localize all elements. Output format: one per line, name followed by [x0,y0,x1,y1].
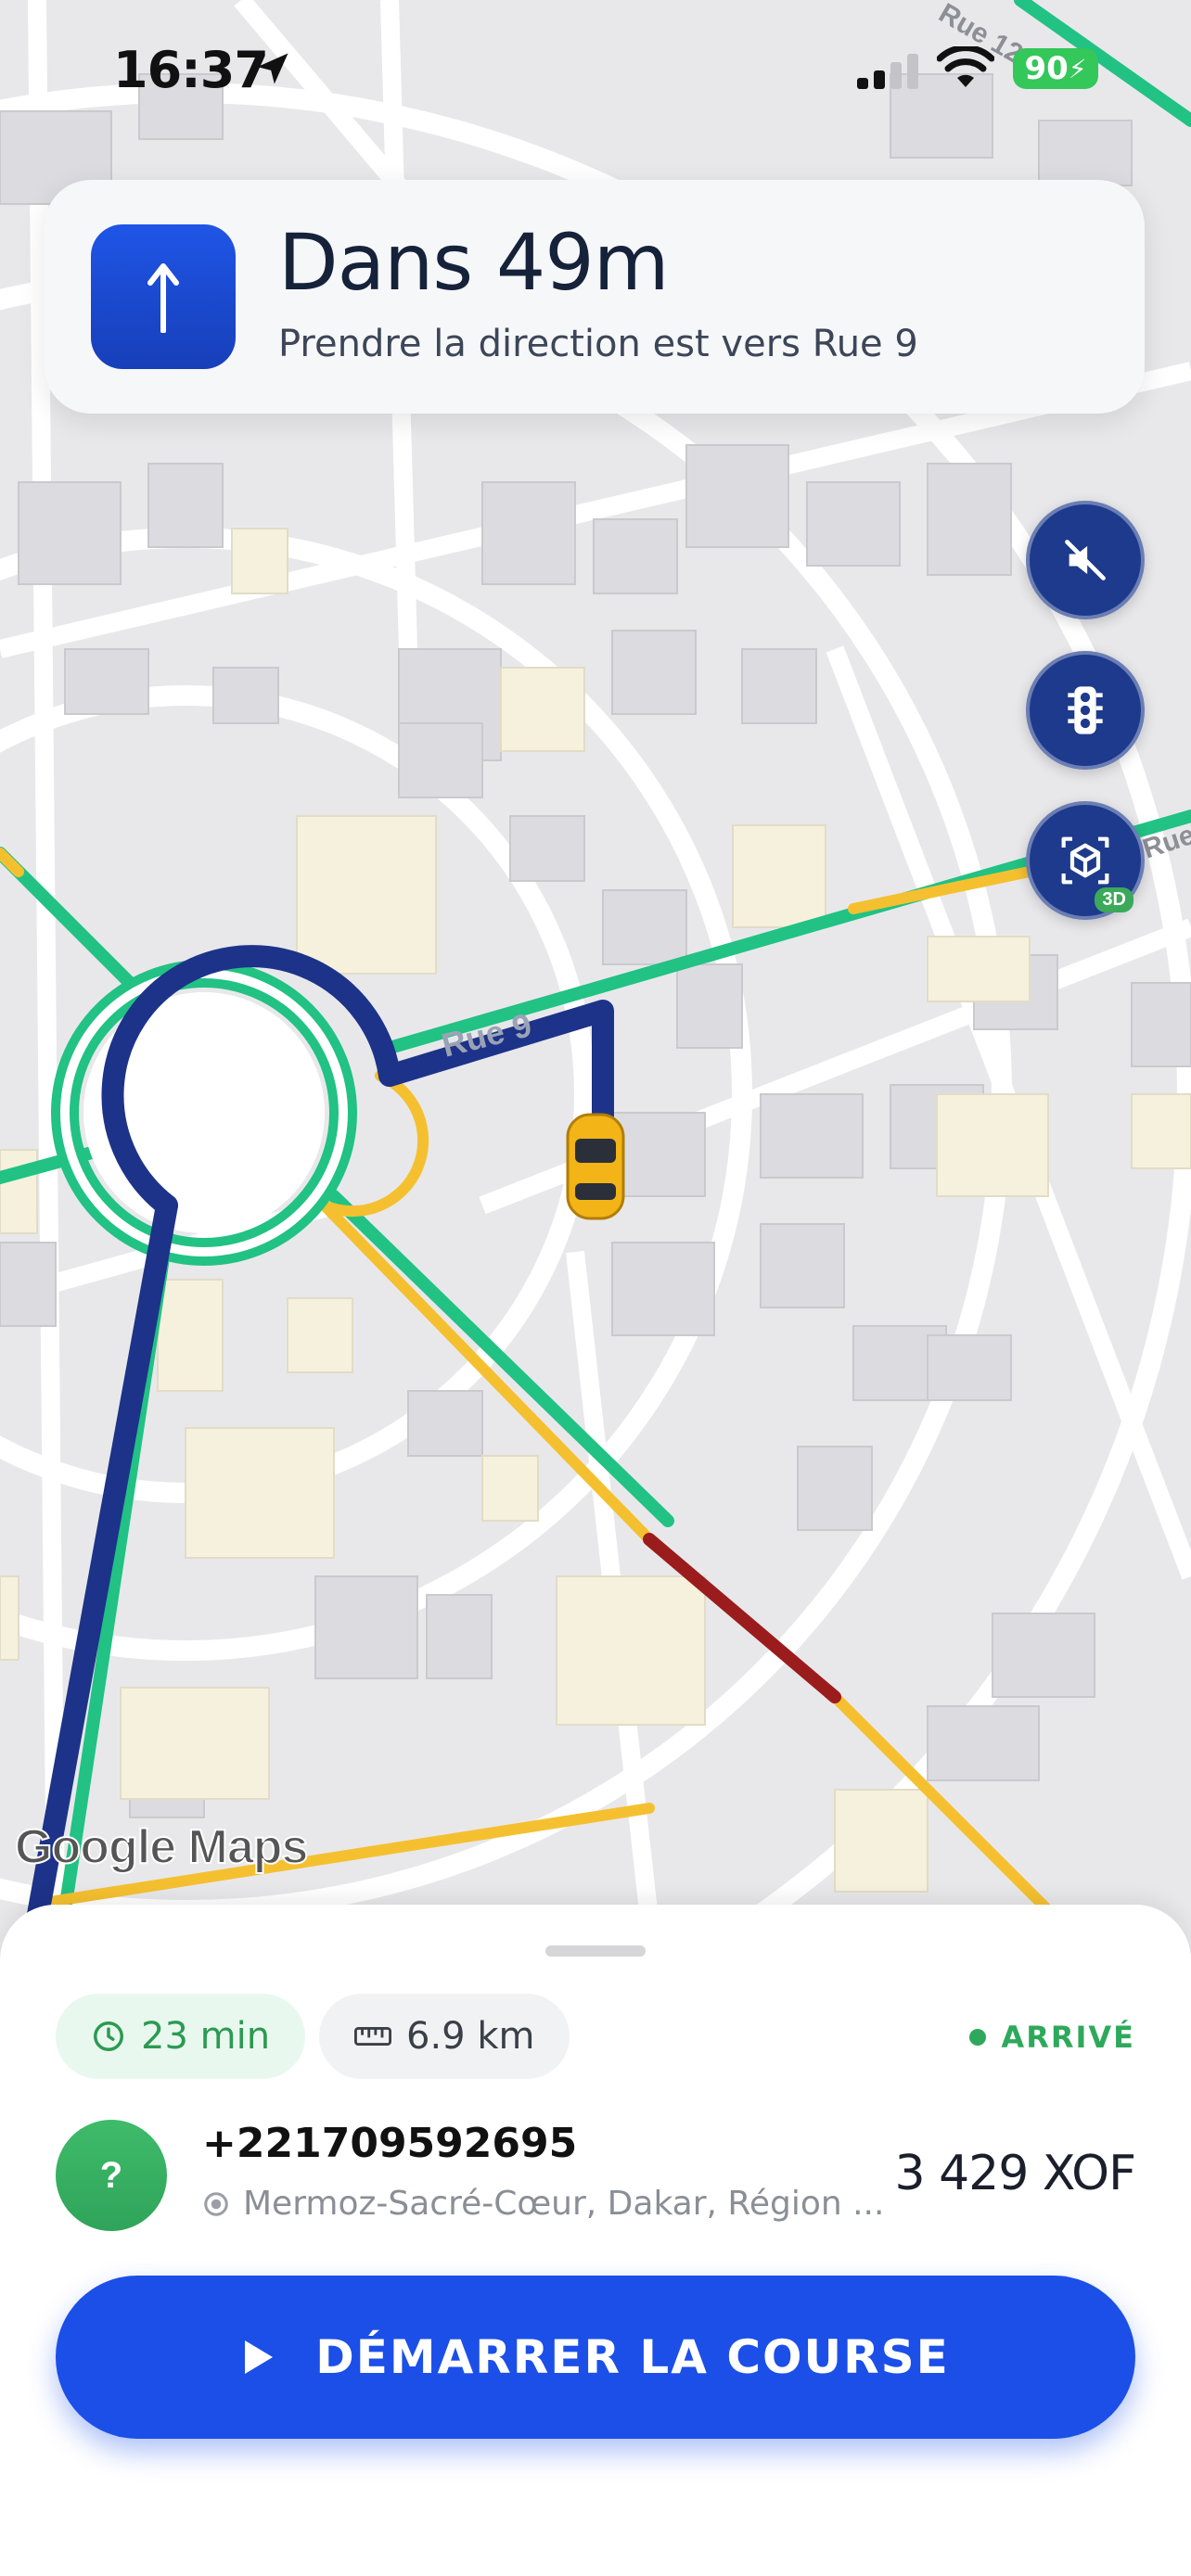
mute-voice-button[interactable] [1026,501,1145,619]
3d-badge: 3D [1095,887,1133,912]
navigation-instruction-card: Dans 49m Prendre la direction est vers R… [45,180,1145,414]
location-pin-icon [204,2191,228,2216]
duration-chip: 23 min [56,1994,306,2079]
trip-price: 3 429 XOF [894,2146,1136,2201]
google-maps-attribution: Google Maps [14,1819,309,1875]
vehicle-marker [566,1113,625,1220]
status-dot [969,2029,987,2046]
battery-level: 90 [1024,50,1069,87]
status-time: 16:37 [113,41,269,99]
volume-mute-icon [1065,540,1106,580]
arrow-up-icon [147,263,179,333]
start-trip-label: DÉMARRER LA COURSE [315,2330,950,2384]
wifi-icon [937,46,994,87]
location-arrow-icon [257,53,288,84]
play-icon [245,2340,274,2374]
trip-bottom-sheet: 23 min 6.9 km ARRIVÉ ? +221709592695 Mer… [0,1905,1191,2576]
trip-status-label: ARRIVÉ [1001,2020,1135,2055]
maneuver-instruction: Prendre la direction est vers Rue 9 [278,323,918,365]
sheet-drag-handle[interactable] [545,1945,646,1957]
charging-bolt-icon: ⚡ [1068,53,1087,84]
trip-distance: 6.9 km [406,2015,535,2058]
customer-phone[interactable]: +221709592695 [202,2120,577,2167]
pickup-address: Mermoz-Sacré-Cœur, Dakar, Région ... [202,2185,889,2223]
distance-to-maneuver: Dans 49m [278,217,670,308]
clock-icon [94,2021,123,2051]
3d-cube-icon [1061,836,1109,885]
distance-chip: 6.9 km [319,1994,570,2079]
traffic-light-icon [1068,686,1103,734]
3d-view-toggle-button[interactable]: 3D [1026,801,1145,920]
cellular-signal-icon [857,54,918,89]
ruler-icon [354,2027,391,2046]
pickup-address-text: Mermoz-Sacré-Cœur, Dakar, Région ... [243,2185,885,2223]
maneuver-indicator [91,224,236,369]
trip-status: ARRIVÉ [969,2020,1135,2055]
customer-avatar: ? [56,2120,167,2231]
trip-duration: 23 min [141,2015,271,2058]
traffic-toggle-button[interactable] [1026,651,1145,770]
start-trip-button[interactable]: DÉMARRER LA COURSE [56,2276,1135,2439]
battery-indicator: 90 ⚡ [1013,48,1098,89]
